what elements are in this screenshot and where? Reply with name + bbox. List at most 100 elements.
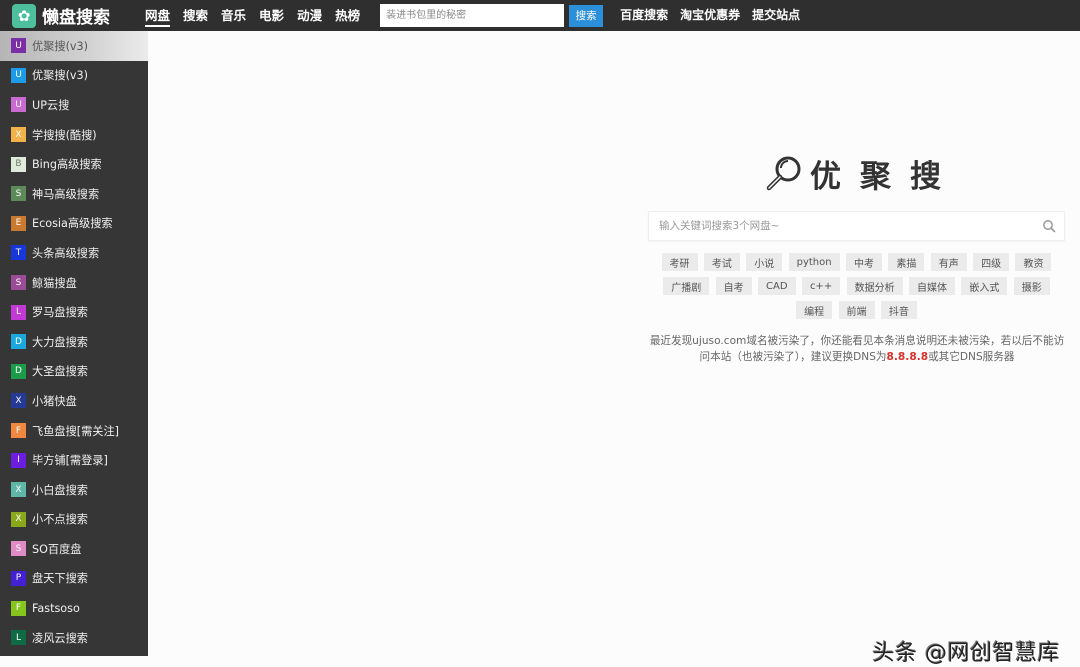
sidebar-item[interactable]: X 小白盘搜索	[0, 475, 148, 505]
nav-item-music[interactable]: 音乐	[221, 0, 246, 31]
tag-button[interactable]: 四级	[973, 253, 1010, 271]
top-search-button[interactable]: 搜索	[569, 4, 604, 27]
sidebar-item-badge-icon: F	[11, 600, 26, 616]
sidebar-item[interactable]: T 头条高级搜索	[0, 238, 148, 268]
main-search-input[interactable]	[649, 220, 1042, 232]
tag-button[interactable]: 小说	[746, 253, 783, 271]
tag-button[interactable]: 自考	[715, 277, 752, 295]
tag-button[interactable]: 自媒体	[908, 277, 955, 295]
tag-button[interactable]: c++	[801, 277, 841, 295]
tag-button[interactable]: 广播剧	[663, 277, 710, 295]
magnifier-icon	[766, 156, 801, 190]
sidebar-item-label: 凌风云搜索	[32, 631, 88, 645]
sidebar-item-badge-icon: F	[11, 423, 26, 439]
main-nav: 网盘 搜索 音乐 电影 动漫 热榜	[145, 0, 373, 31]
nav-item-baidu-search[interactable]: 百度搜索	[620, 0, 668, 31]
sidebar-item[interactable]: S 神马高级搜索	[0, 179, 148, 209]
tag-button[interactable]: 嵌入式	[961, 277, 1008, 295]
sidebar-item[interactable]: I 毕方铺[需登录]	[0, 445, 148, 475]
sidebar-item[interactable]: U 优聚搜(v3)	[0, 61, 148, 91]
sidebar-item[interactable]: E Ecosia高级搜索	[0, 209, 148, 239]
sidebar-item-label: 小猪快盘	[32, 394, 77, 408]
sidebar-item-label: UP云搜	[32, 98, 70, 112]
notice-dns-value: 8.8.8.8	[886, 351, 929, 363]
sidebar-item-badge-icon: D	[11, 363, 26, 379]
sidebar-item-label: 飞鱼盘搜[需关注]	[32, 424, 120, 438]
sidebar-item[interactable]: X 学搜搜(酷搜)	[0, 120, 148, 150]
dns-notice: 最近发现ujuso.com域名被污染了，你还能看见本条消息说明还未被污染，若以后…	[645, 333, 1069, 365]
sidebar-item-badge-icon: E	[11, 215, 26, 231]
site-name: 懒盘搜索	[42, 8, 110, 28]
main-content: 优聚搜 考研考试小说 python 中考素描有声四级教资广播剧自考 CAD c++ 数据分…	[148, 31, 1080, 666]
sidebar-item[interactable]: U UP云搜	[0, 90, 148, 120]
brand-title: 优聚搜	[810, 159, 960, 195]
sidebar: U 优聚搜(v3) U 优聚搜(v3) U UP云搜 X 学搜搜(酷搜) B Bing高级搜索 S 神…	[0, 31, 148, 656]
tag-button[interactable]: 摄影	[1013, 277, 1050, 295]
top-search-input[interactable]	[380, 4, 565, 27]
sidebar-item-badge-icon: U	[11, 67, 26, 83]
sidebar-item-badge-icon: L	[11, 630, 26, 646]
nav-item-anime[interactable]: 动漫	[297, 0, 322, 31]
sidebar-item-badge-icon: X	[11, 127, 26, 143]
tag-button[interactable]: 考试	[703, 253, 740, 271]
sidebar-item-badge-icon: B	[11, 156, 26, 172]
right-nav: 百度搜索 淘宝优惠券 提交站点	[620, 0, 812, 31]
site-logo[interactable]: ✿ 懒盘搜索	[12, 3, 142, 28]
sidebar-item-label: 优聚搜(v3)	[32, 39, 89, 53]
nav-item-movie[interactable]: 电影	[259, 0, 284, 31]
search-icon[interactable]	[1042, 219, 1056, 233]
tag-button[interactable]: 数据分析	[846, 277, 903, 295]
sidebar-item[interactable]: F 飞鱼盘搜[需关注]	[0, 416, 148, 446]
sidebar-item[interactable]: L 凌风云搜索	[0, 623, 148, 653]
sidebar-item-label: 头条高级搜索	[32, 246, 100, 260]
sidebar-item-label: 优聚搜(v3)	[32, 69, 89, 83]
watermark: 头条 @网创智慧库	[872, 641, 1060, 666]
sidebar-item[interactable]: D 大力盘搜索	[0, 327, 148, 357]
sidebar-item[interactable]: X 小不点搜索	[0, 505, 148, 535]
tag-button[interactable]: 中考	[845, 253, 882, 271]
nav-item-submit-site[interactable]: 提交站点	[752, 0, 800, 31]
sidebar-item-badge-icon: S	[11, 275, 26, 291]
sidebar-item-badge-icon: X	[11, 511, 26, 527]
sidebar-item-label: 大力盘搜索	[32, 335, 88, 349]
nav-item-netdisk[interactable]: 网盘	[145, 0, 171, 31]
notice-text-suffix: 或其它DNS服务器	[928, 351, 1015, 363]
sidebar-item-badge-icon: D	[11, 334, 26, 350]
sidebar-item-label: 罗马盘搜索	[32, 306, 88, 320]
sidebar-item-badge-icon: U	[11, 38, 26, 54]
sidebar-item-badge-icon: L	[11, 304, 26, 320]
nav-item-trending[interactable]: 热榜	[335, 0, 360, 31]
sidebar-item-label: 大圣盘搜索	[32, 365, 88, 379]
sidebar-item[interactable]: F Fastsoso	[0, 593, 148, 623]
tag-button[interactable]: 有声	[930, 253, 967, 271]
gear-icon: ✿	[12, 3, 36, 28]
sidebar-item-label: 盘天下搜索	[32, 572, 88, 586]
nav-item-search[interactable]: 搜索	[183, 0, 208, 31]
nav-item-taobao-coupons[interactable]: 淘宝优惠券	[680, 0, 740, 31]
sidebar-item[interactable]: X 小猪快盘	[0, 386, 148, 416]
sidebar-item[interactable]: D 大圣盘搜索	[0, 357, 148, 387]
sidebar-item[interactable]: U 优聚搜(v3)	[0, 31, 148, 61]
sidebar-item-label: Fastsoso	[32, 601, 80, 615]
tag-button[interactable]: CAD	[758, 277, 796, 295]
sidebar-item-label: 鲸猫搜盘	[32, 276, 77, 290]
tag-button[interactable]: 素描	[888, 253, 925, 271]
sidebar-item-label: 学搜搜(酷搜)	[32, 128, 97, 142]
tag-button[interactable]: 考研	[661, 253, 698, 271]
tag-button[interactable]: 编程	[796, 301, 833, 319]
sidebar-item-badge-icon: X	[11, 482, 26, 498]
sidebar-item[interactable]: P 盘天下搜索	[0, 564, 148, 594]
sidebar-item[interactable]: S 鲸猫搜盘	[0, 268, 148, 298]
sidebar-item[interactable]: S SO百度盘	[0, 534, 148, 564]
tag-button[interactable]: 抖音	[880, 301, 917, 319]
sidebar-item-label: SO百度盘	[32, 542, 82, 556]
sidebar-item-badge-icon: P	[11, 570, 26, 586]
tag-button[interactable]: python	[788, 253, 840, 271]
sidebar-item-badge-icon: S	[11, 541, 26, 557]
sidebar-item-label: 小白盘搜索	[32, 483, 88, 497]
tag-button[interactable]: 教资	[1015, 253, 1052, 271]
sidebar-item[interactable]: L 罗马盘搜索	[0, 297, 148, 327]
sidebar-item-label: Ecosia高级搜索	[32, 217, 113, 231]
sidebar-item[interactable]: B Bing高级搜索	[0, 149, 148, 179]
tag-button[interactable]: 前端	[838, 301, 875, 319]
